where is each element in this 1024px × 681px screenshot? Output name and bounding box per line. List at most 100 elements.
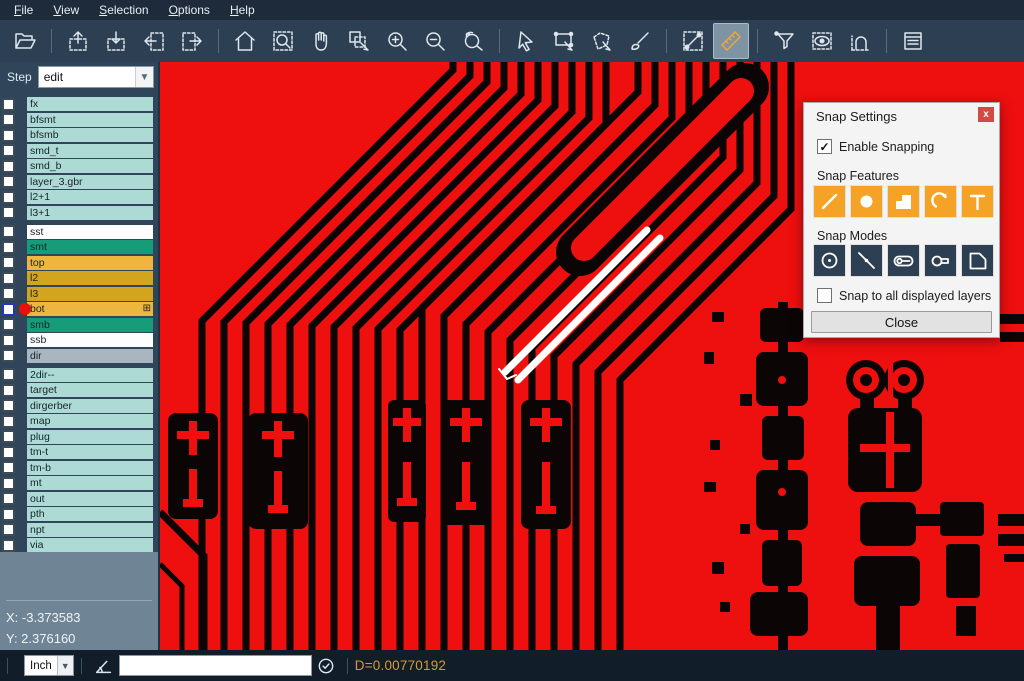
layer-visibility-checkbox[interactable]	[2, 523, 15, 536]
home-view-icon[interactable]	[227, 23, 263, 59]
layer-row-smd_b[interactable]: smd_b	[2, 159, 153, 173]
layer-visibility-checkbox[interactable]	[2, 175, 15, 188]
snap-mode-pad-slot-icon[interactable]	[887, 244, 920, 277]
layer-row-plug[interactable]: plug	[2, 430, 153, 444]
layer-visibility-checkbox[interactable]	[2, 144, 15, 157]
layer-visibility-checkbox[interactable]	[2, 368, 15, 381]
layer-row-pth[interactable]: pth	[2, 507, 153, 521]
clean-brush-icon[interactable]	[622, 23, 658, 59]
pan-hand-icon[interactable]	[303, 23, 339, 59]
layer-row-via[interactable]: via	[2, 538, 153, 552]
zoom-object-icon[interactable]	[341, 23, 377, 59]
ruler-icon[interactable]	[713, 23, 749, 59]
snap-all-layers-checkbox[interactable]	[817, 288, 832, 303]
snap-feature-circle-icon[interactable]	[850, 185, 883, 218]
snap-mode-pad-icon[interactable]	[924, 244, 957, 277]
import-down-icon[interactable]	[98, 23, 134, 59]
select-polygon-icon[interactable]	[584, 23, 620, 59]
layer-visibility-checkbox[interactable]	[2, 225, 15, 238]
layer-row-layer_3.gbr[interactable]: layer_3.gbr	[2, 175, 153, 189]
import-up-icon[interactable]	[60, 23, 96, 59]
layer-visibility-checkbox[interactable]	[2, 508, 15, 521]
layer-row-l2+1[interactable]: l2+1	[2, 190, 153, 204]
menu-file[interactable]: File	[4, 0, 43, 20]
layer-visibility-checkbox[interactable]	[2, 415, 15, 428]
menu-view[interactable]: View	[43, 0, 89, 20]
layer-visibility-checkbox[interactable]	[2, 191, 15, 204]
menu-options[interactable]: Options	[159, 0, 220, 20]
layer-row-bfsmt[interactable]: bfsmt	[2, 113, 153, 127]
layers-panel-icon[interactable]	[895, 23, 931, 59]
layer-visibility-checkbox[interactable]	[2, 206, 15, 219]
layer-visibility-checkbox[interactable]	[2, 446, 15, 459]
layer-row-dir[interactable]: dir	[2, 349, 153, 363]
layer-row-mt[interactable]: mt	[2, 476, 153, 490]
layer-visibility-checkbox[interactable]	[2, 98, 15, 111]
layer-row-ssb[interactable]: ssb	[2, 333, 153, 347]
snap-feature-text-icon[interactable]	[961, 185, 994, 218]
chevron-down-icon[interactable]: ▼	[135, 67, 153, 87]
layer-row-bfsmb[interactable]: bfsmb	[2, 128, 153, 142]
layer-row-tm-t[interactable]: tm-t	[2, 445, 153, 459]
layer-row-target[interactable]: target	[2, 383, 153, 397]
matrix-grid-icon[interactable]: ⊞	[143, 302, 153, 316]
view-eye-icon[interactable]	[804, 23, 840, 59]
snap-mode-center-icon[interactable]	[813, 244, 846, 277]
layer-visibility-checkbox[interactable]	[2, 318, 15, 331]
layer-visibility-checkbox[interactable]	[2, 303, 15, 316]
layer-row-l2[interactable]: l2	[2, 271, 153, 285]
snap-feature-arc-icon[interactable]	[924, 185, 957, 218]
layer-row-smt[interactable]: smt	[2, 240, 153, 254]
export-left-icon[interactable]	[136, 23, 172, 59]
open-folder-icon[interactable]	[7, 23, 43, 59]
zoom-select-icon[interactable]	[265, 23, 301, 59]
angle-icon[interactable]	[93, 655, 115, 677]
select-rect-icon[interactable]	[546, 23, 582, 59]
layer-visibility-checkbox[interactable]	[2, 256, 15, 269]
layer-visibility-checkbox[interactable]	[2, 492, 15, 505]
snap-curve-icon[interactable]	[842, 23, 878, 59]
zoom-in-icon[interactable]	[379, 23, 415, 59]
enable-snapping-checkbox[interactable]	[817, 139, 832, 154]
layer-row-top[interactable]: top	[2, 256, 153, 270]
layer-row-npt[interactable]: npt	[2, 523, 153, 537]
layer-row-smd_t[interactable]: smd_t	[2, 144, 153, 158]
layer-row-map[interactable]: map	[2, 414, 153, 428]
snap-feature-line-icon[interactable]	[813, 185, 846, 218]
layer-row-fx[interactable]: fx	[2, 97, 153, 111]
zoom-out-icon[interactable]	[417, 23, 453, 59]
menu-help[interactable]: Help	[220, 0, 265, 20]
menu-selection[interactable]: Selection	[89, 0, 158, 20]
layer-visibility-checkbox[interactable]	[2, 272, 15, 285]
layer-visibility-checkbox[interactable]	[2, 334, 15, 347]
layer-row-smb[interactable]: smb	[2, 318, 153, 332]
layer-row-sst[interactable]: sst	[2, 225, 153, 239]
layer-row-dirgerber[interactable]: dirgerber	[2, 399, 153, 413]
layer-row-l3+1[interactable]: l3+1	[2, 206, 153, 220]
sync-check-icon[interactable]	[316, 656, 336, 676]
layer-visibility-checkbox[interactable]	[2, 241, 15, 254]
layer-row-tm-b[interactable]: tm-b	[2, 461, 153, 475]
layer-visibility-checkbox[interactable]	[2, 129, 15, 142]
layer-visibility-checkbox[interactable]	[2, 399, 15, 412]
layer-row-out[interactable]: out	[2, 492, 153, 506]
snap-feature-surface-icon[interactable]	[887, 185, 920, 218]
layer-row-l3[interactable]: l3	[2, 287, 153, 301]
chevron-down-icon[interactable]: ▼	[57, 656, 73, 675]
zoom-previous-icon[interactable]	[455, 23, 491, 59]
snap-mode-midpoint-icon[interactable]	[850, 244, 883, 277]
layer-visibility-checkbox[interactable]	[2, 430, 15, 443]
layer-visibility-checkbox[interactable]	[2, 461, 15, 474]
command-input[interactable]	[119, 655, 312, 676]
layer-visibility-checkbox[interactable]	[2, 384, 15, 397]
layer-visibility-checkbox[interactable]	[2, 287, 15, 300]
layer-row-bot[interactable]: bot⊞	[2, 302, 153, 316]
layer-visibility-checkbox[interactable]	[2, 539, 15, 552]
unit-dropdown[interactable]: Inch ▼	[24, 655, 74, 676]
layer-visibility-checkbox[interactable]	[2, 160, 15, 173]
layer-row-2dir--[interactable]: 2dir--	[2, 368, 153, 382]
export-right-icon[interactable]	[174, 23, 210, 59]
layer-visibility-checkbox[interactable]	[2, 477, 15, 490]
measure-line-icon[interactable]	[675, 23, 711, 59]
step-dropdown[interactable]: edit ▼	[38, 66, 154, 88]
